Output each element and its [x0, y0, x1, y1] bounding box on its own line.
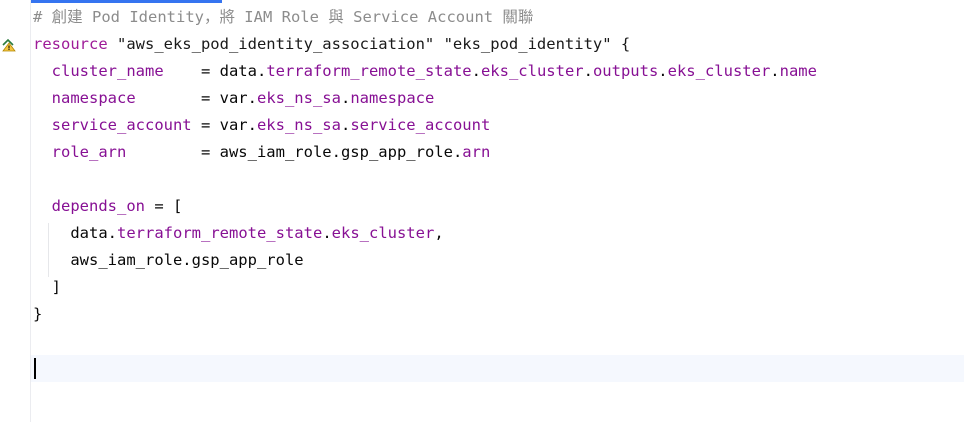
code-line[interactable]: service_account = var.eks_ns_sa.service_… — [31, 112, 964, 139]
code-token: eks_cluster — [480, 62, 584, 80]
code-line[interactable] — [31, 166, 964, 193]
code-token: namespace — [33, 89, 136, 107]
code-editor[interactable]: # 創建 Pod Identity，將 IAM Role 與 Service A… — [31, 4, 964, 422]
code-token: . — [340, 89, 351, 107]
code-token: outputs — [592, 62, 659, 80]
code-token: . — [770, 62, 780, 80]
code-line[interactable] — [31, 328, 964, 355]
code-line[interactable]: role_arn = aws_iam_role.gsp_app_role.arn — [31, 139, 964, 166]
code-token: } — [33, 305, 43, 323]
code-token: . — [658, 62, 668, 80]
code-token: "aws_eks_pod_identity_association" "eks_… — [107, 35, 631, 53]
code-token: cluster_name — [33, 62, 164, 80]
code-token: aws_iam_role.gsp_app_role — [33, 251, 304, 269]
code-token: = aws_iam_role.gsp_app_role. — [126, 143, 463, 161]
code-line[interactable]: data.terraform_remote_state.eks_cluster, — [31, 220, 964, 247]
code-token: depends_on — [33, 197, 145, 215]
code-line[interactable]: } — [31, 301, 964, 328]
code-token: = data. — [163, 62, 267, 80]
code-line[interactable]: resource "aws_eks_pod_identity_associati… — [31, 31, 964, 58]
code-token: terraform_remote_state — [117, 224, 323, 242]
code-token: . — [340, 116, 351, 134]
code-token: # 創建 Pod Identity，將 IAM Role 與 Service A… — [33, 8, 534, 26]
code-token: , — [434, 224, 444, 242]
code-token: namespace — [350, 89, 435, 107]
code-token: terraform_remote_state — [266, 62, 472, 80]
code-line[interactable]: aws_iam_role.gsp_app_role — [31, 247, 964, 274]
code-token: eks_cluster — [331, 224, 435, 242]
code-token: . — [583, 62, 593, 80]
code-token: eks_cluster — [667, 62, 771, 80]
progress-bar — [0, 0, 222, 3]
code-token: resource — [33, 35, 108, 53]
code-token: . — [322, 224, 332, 242]
code-token: role_arn — [33, 143, 127, 161]
code-token: service_account — [33, 116, 192, 134]
code-line[interactable]: ] — [31, 274, 964, 301]
code-token: arn — [462, 143, 491, 161]
code-token: = var. — [191, 116, 257, 134]
code-token: . — [471, 62, 481, 80]
editor-gutter[interactable] — [0, 0, 31, 422]
code-line[interactable]: depends_on = [ — [31, 193, 964, 220]
text-caret — [34, 358, 36, 379]
warning-icon[interactable] — [0, 36, 16, 52]
code-token: eks_ns_sa — [256, 116, 341, 134]
code-token: eks_ns_sa — [256, 89, 341, 107]
code-token: data. — [33, 224, 117, 242]
code-token: = var. — [135, 89, 257, 107]
code-token: ] — [33, 278, 61, 296]
code-token: service_account — [350, 116, 491, 134]
code-line[interactable]: # 創建 Pod Identity，將 IAM Role 與 Service A… — [31, 4, 964, 31]
code-line[interactable] — [31, 355, 964, 382]
code-token: name — [779, 62, 817, 80]
code-line[interactable]: namespace = var.eks_ns_sa.namespace — [31, 85, 964, 112]
code-line[interactable]: cluster_name = data.terraform_remote_sta… — [31, 58, 964, 85]
code-token: = [ — [144, 197, 183, 215]
